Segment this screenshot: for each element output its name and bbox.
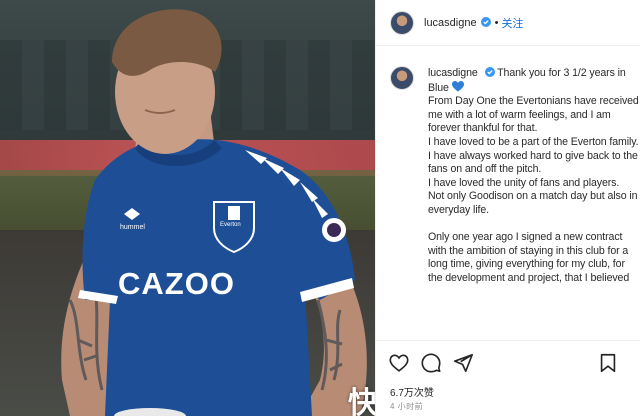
caption-avatar[interactable] xyxy=(390,66,414,90)
shirt-sponsor-text: CAZOO xyxy=(118,266,235,301)
header-username[interactable]: lucasdigne xyxy=(424,16,491,29)
post-photo[interactable]: CAZOO Everton hummel xyxy=(0,0,375,416)
verified-badge-icon xyxy=(480,16,491,27)
caption-line: From Day One the Evertonians have receiv… xyxy=(428,95,638,135)
caption-line: I have loved to be a part of the Everton… xyxy=(428,135,638,148)
post-header: lucasdigne • 关注 xyxy=(376,0,640,46)
post-timestamp: 4 小时前 xyxy=(390,402,424,411)
follow-button[interactable]: 关注 xyxy=(501,15,523,31)
caption-section: lucasdigne Thank you for 3 1/2 years in … xyxy=(390,60,638,340)
caption-line: Not only Goodison on a match day but als… xyxy=(428,190,638,216)
heart-icon xyxy=(389,353,409,372)
likes-count[interactable]: 6.7万次赞 xyxy=(390,384,434,399)
instagram-post-panel: lucasdigne • 关注 lucasdigne Thank you for… xyxy=(375,0,640,416)
verified-badge-icon xyxy=(484,67,495,77)
caption-text: lucasdigne Thank you for 3 1/2 years in … xyxy=(428,67,638,286)
avatar[interactable] xyxy=(390,10,414,35)
share-icon xyxy=(453,353,473,372)
player-figure xyxy=(61,9,367,416)
separator-dot: • xyxy=(494,16,499,29)
like-button[interactable] xyxy=(388,352,410,374)
comment-button[interactable] xyxy=(420,352,442,374)
club-badge-text: Everton xyxy=(220,222,241,228)
caption-line: I have always worked hard to give back t… xyxy=(428,149,638,176)
kit-brand-text: hummel xyxy=(120,224,145,231)
comment-icon xyxy=(421,352,441,373)
save-button[interactable] xyxy=(597,352,619,374)
caption-username[interactable]: lucasdigne xyxy=(428,67,495,79)
caption-first-line: lucasdigne Thank you for 3 1/2 years in … xyxy=(428,67,626,94)
share-button[interactable] xyxy=(452,352,474,374)
action-bar xyxy=(376,340,640,384)
watermark: 快 xyxy=(348,386,378,416)
blue-heart-icon xyxy=(451,80,464,92)
bookmark-icon xyxy=(600,353,616,373)
caption-paragraph: Only one year ago I signed a new contrac… xyxy=(428,231,630,284)
caption-line: I have loved the unity of fans and playe… xyxy=(428,176,620,189)
